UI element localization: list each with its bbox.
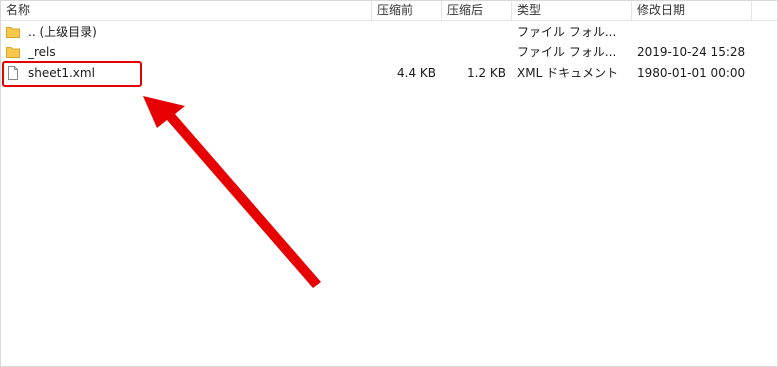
annotation-arrow xyxy=(143,96,321,288)
